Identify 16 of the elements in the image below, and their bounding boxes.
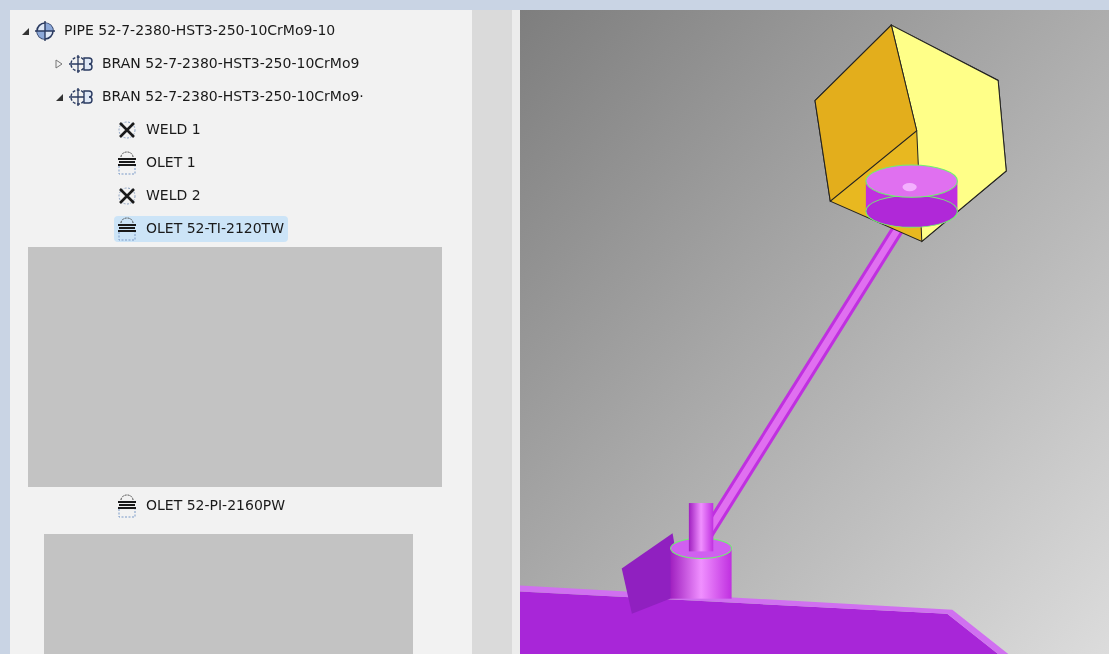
tree-item[interactable]: PIPE 52-7-2380-HST3-250-10CrMo9-10 — [32, 17, 340, 44]
branch-icon — [68, 52, 94, 75]
tree-item[interactable]: WELD 2 — [114, 182, 205, 209]
tree-item[interactable]: WELD 1 — [114, 116, 205, 143]
branch-icon — [68, 85, 94, 108]
tree-item[interactable]: BRAN 52-7-2380-HST3-250-10CrMo9· — [66, 83, 368, 110]
olet-icon — [116, 215, 138, 242]
pipe-icon — [34, 19, 56, 42]
cross-icon — [116, 119, 138, 140]
tree-item[interactable]: OLET 52-TI-2120TW — [114, 215, 288, 242]
olet-icon — [116, 492, 138, 519]
tree-item[interactable]: OLET 1 — [114, 149, 200, 176]
olet-icon — [116, 149, 138, 176]
tree-item[interactable]: BRAN 52-7-2380-HST3-250-10CrMo9 — [66, 50, 364, 77]
tree-item[interactable]: OLET 52-PI-2160PW — [114, 492, 290, 519]
cross-icon — [116, 185, 138, 206]
